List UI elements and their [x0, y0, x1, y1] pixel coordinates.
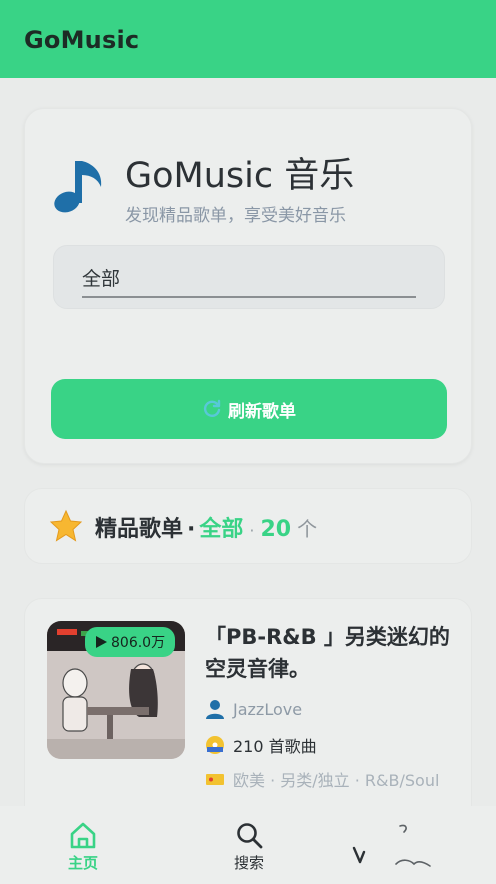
star-icon	[49, 509, 83, 542]
bottom-navigation: 主页 搜索	[0, 806, 496, 884]
playlist-card[interactable]: 806.0万 「PB-R&B 」另类迷幻的空灵音律。 JazzLove 210 …	[24, 598, 472, 838]
playlist-tags: 欧美 · 另类/独立 · R&B/Soul	[233, 771, 440, 790]
section-separator: ·	[187, 517, 196, 542]
user-icon	[206, 700, 224, 719]
nav-item-search[interactable]: 搜索	[204, 820, 294, 873]
app-title: GoMusic	[24, 26, 140, 54]
section-category: 全部	[199, 517, 244, 542]
select-underline	[82, 296, 416, 298]
nav-home-label: 主页	[67, 854, 98, 872]
refresh-playlists-button[interactable]: 刷新歌单	[51, 379, 447, 439]
category-select[interactable]: 全部	[53, 245, 445, 309]
playlist-author: JazzLove	[233, 699, 303, 719]
nav-item-home[interactable]: 主页	[38, 820, 128, 873]
refresh-button-label: 刷新歌单	[228, 401, 296, 422]
music-note-icon	[54, 161, 102, 213]
nav-search-label: 搜索	[233, 854, 264, 872]
play-count: 806.0万	[111, 635, 166, 651]
play-icon	[96, 636, 107, 648]
tag-icon	[206, 774, 224, 785]
hero-title: GoMusic 音乐	[125, 156, 355, 196]
home-icon	[70, 822, 96, 849]
section-count-unit: 个	[297, 517, 318, 541]
playlist-track-count-row: 210 首歌曲	[205, 733, 317, 757]
section-title-line: 精品歌单 · 全部 · 20 个	[95, 511, 317, 543]
play-count-badge: 806.0万	[85, 627, 176, 657]
section-count: 20	[260, 517, 292, 542]
playlist-tags-row: 欧美 · 另类/独立 · R&B/Soul	[205, 767, 439, 791]
refresh-icon	[203, 399, 221, 417]
section-title: 精品歌单	[95, 517, 184, 542]
dvd-icon	[206, 736, 224, 754]
app-bar: GoMusic	[0, 0, 496, 78]
section-separator-2: ·	[249, 521, 255, 540]
hero-subtitle: 发现精品歌单，享受美好音乐	[125, 206, 346, 226]
playlist-track-count: 210 首歌曲	[233, 737, 317, 756]
search-icon	[237, 823, 263, 849]
playlist-cover[interactable]: 806.0万	[47, 621, 185, 759]
category-select-value: 全部	[82, 268, 121, 290]
section-header: 精品歌单 · 全部 · 20 个	[24, 488, 472, 564]
playlist-title[interactable]: 「PB-R&B 」另类迷幻的空灵音律。	[205, 621, 455, 685]
playlist-author-row: JazzLove	[205, 699, 302, 719]
nav-item-partial-icon[interactable]	[340, 822, 450, 872]
hero-card: GoMusic 音乐 发现精品歌单，享受美好音乐 全部 刷新歌单	[24, 108, 472, 464]
